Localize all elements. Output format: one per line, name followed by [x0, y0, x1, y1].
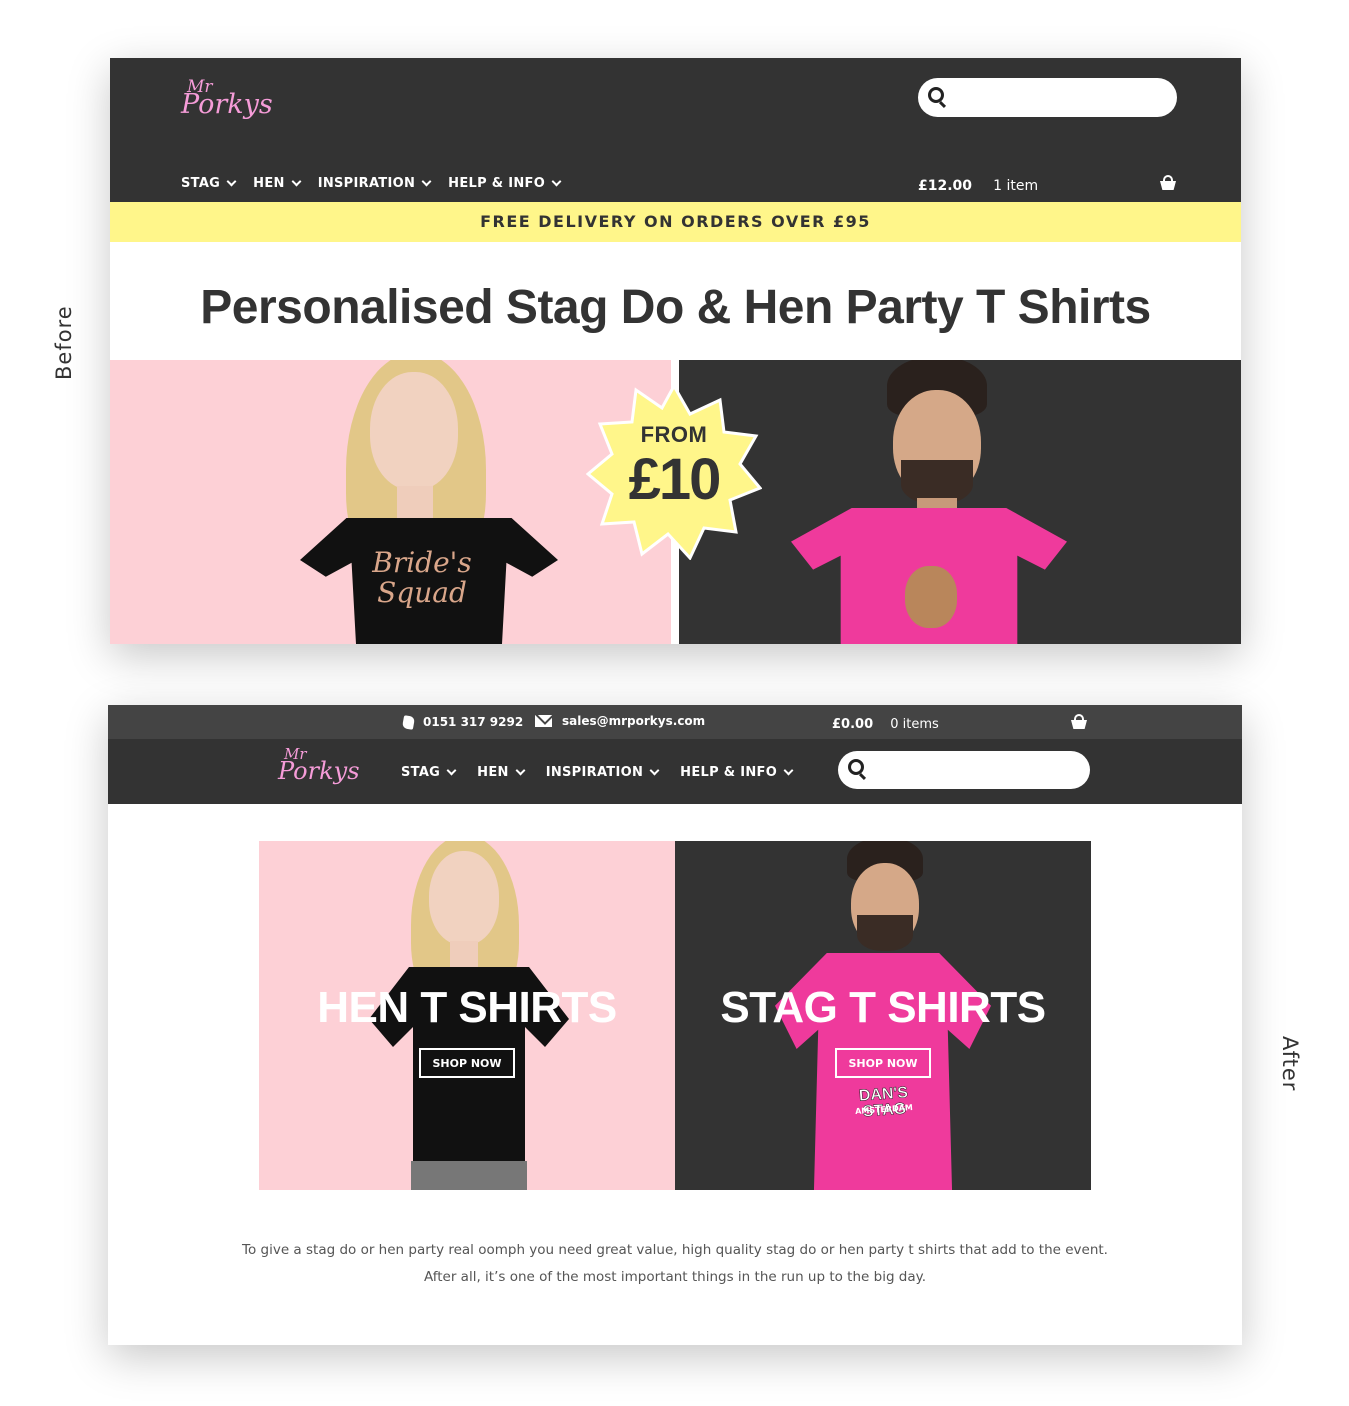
cart-summary[interactable]: £12.00 1 item — [918, 175, 1038, 194]
shirt-print: Bride's Squad — [372, 546, 472, 609]
chevron-down-icon — [649, 765, 660, 776]
nav-label: HELP & INFO — [680, 765, 778, 780]
search-input[interactable] — [958, 84, 1162, 110]
chevron-down-icon — [291, 176, 302, 187]
email-address: sales@mrporkys.com — [562, 714, 706, 728]
hen-title: HEN T SHIRTS — [317, 983, 617, 1032]
before-screenshot: Mr Porkys STAG HEN INSPIRATION HELP & IN… — [110, 58, 1241, 644]
chevron-down-icon — [421, 176, 432, 187]
intro-line-1: To give a stag do or hen party real oomp… — [242, 1242, 1108, 1258]
after-label: After — [1278, 1036, 1302, 1092]
stag-title: STAG T SHIRTS — [720, 983, 1046, 1032]
promo-banner: FREE DELIVERY ON ORDERS OVER £95 — [110, 202, 1241, 242]
chevron-down-icon — [446, 765, 457, 776]
chevron-down-icon — [551, 176, 562, 187]
nav-help-info[interactable]: HELP & INFO — [448, 176, 562, 191]
top-bar: 0151 317 9292 sales@mrporkys.com £0.00 0… — [108, 705, 1242, 739]
email-contact[interactable]: sales@mrporkys.com — [535, 714, 705, 728]
nav-label: INSPIRATION — [317, 176, 416, 191]
price-badge: FROM £10 — [586, 384, 762, 560]
nav-label: INSPIRATION — [545, 765, 644, 780]
chevron-down-icon — [783, 765, 794, 776]
nav-stag[interactable]: STAG — [181, 176, 237, 191]
stag-category-panel[interactable]: DAN'S STAG AMSTERDAM STAG T SHIRTS SHOP … — [675, 841, 1091, 1190]
nav-stag[interactable]: STAG — [401, 765, 457, 780]
header: Mr Porkys STAG HEN INSPIRATION HELP & IN… — [108, 739, 1242, 804]
basket-icon[interactable] — [1159, 175, 1177, 190]
basket-icon[interactable] — [1070, 714, 1088, 729]
cart-summary[interactable]: £0.00 0 items — [832, 713, 939, 732]
nav-inspiration[interactable]: INSPIRATION — [317, 176, 432, 191]
cart-total: £12.00 — [918, 178, 973, 194]
phone-contact[interactable]: 0151 317 9292 — [401, 714, 524, 730]
cart-count: 1 item — [993, 178, 1039, 194]
after-screenshot: 0151 317 9292 sales@mrporkys.com £0.00 0… — [108, 705, 1242, 1345]
logo-line-2: Porkys — [181, 89, 273, 121]
intro-text: To give a stag do or hen party real oomp… — [108, 1237, 1242, 1291]
man-model — [789, 360, 1069, 644]
phone-number: 0151 317 9292 — [423, 715, 524, 729]
nav-label: HEN — [253, 176, 285, 191]
burst-from: FROM — [640, 422, 708, 447]
phone-icon — [401, 714, 416, 730]
stag-shop-now-button[interactable]: SHOP NOW — [835, 1048, 931, 1078]
chevron-down-icon — [515, 765, 526, 776]
intro-line-2: After all, it’s one of the most importan… — [423, 1269, 927, 1285]
nav-hen[interactable]: HEN — [477, 765, 526, 780]
search-box[interactable] — [918, 78, 1177, 117]
brand-logo[interactable]: Mr Porkys — [181, 78, 273, 121]
search-icon[interactable] — [928, 87, 944, 103]
burst-price: £10 — [628, 447, 722, 512]
stag-hero-image[interactable] — [679, 360, 1241, 644]
nav-label: STAG — [181, 176, 221, 191]
nav-hen[interactable]: HEN — [253, 176, 302, 191]
woman-model: Bride's Squad — [284, 360, 574, 644]
main-nav: STAG HEN INSPIRATION HELP & INFO — [401, 765, 794, 780]
logo-line-2: Porkys — [278, 756, 360, 785]
search-input[interactable] — [878, 757, 1082, 783]
chevron-down-icon — [226, 176, 237, 187]
nav-label: HEN — [477, 765, 509, 780]
search-box[interactable] — [838, 751, 1090, 789]
nav-label: HELP & INFO — [448, 176, 546, 191]
envelope-icon — [535, 715, 552, 727]
header: Mr Porkys STAG HEN INSPIRATION HELP & IN… — [110, 58, 1241, 202]
page-title: Personalised Stag Do & Hen Party T Shirt… — [200, 281, 1151, 334]
hen-shop-now-button[interactable]: SHOP NOW — [419, 1048, 515, 1078]
before-label: Before — [52, 305, 76, 380]
search-icon[interactable] — [848, 759, 864, 775]
main-nav: STAG HEN INSPIRATION HELP & INFO — [181, 176, 562, 191]
brand-logo[interactable]: Mr Porkys — [278, 747, 360, 785]
cart-total: £0.00 — [832, 717, 874, 732]
nav-help-info[interactable]: HELP & INFO — [680, 765, 794, 780]
hen-category-panel[interactable]: HEN T SHIRTS SHOP NOW — [259, 841, 675, 1190]
nav-label: STAG — [401, 765, 441, 780]
cart-count: 0 items — [890, 717, 939, 732]
nav-inspiration[interactable]: INSPIRATION — [545, 765, 660, 780]
